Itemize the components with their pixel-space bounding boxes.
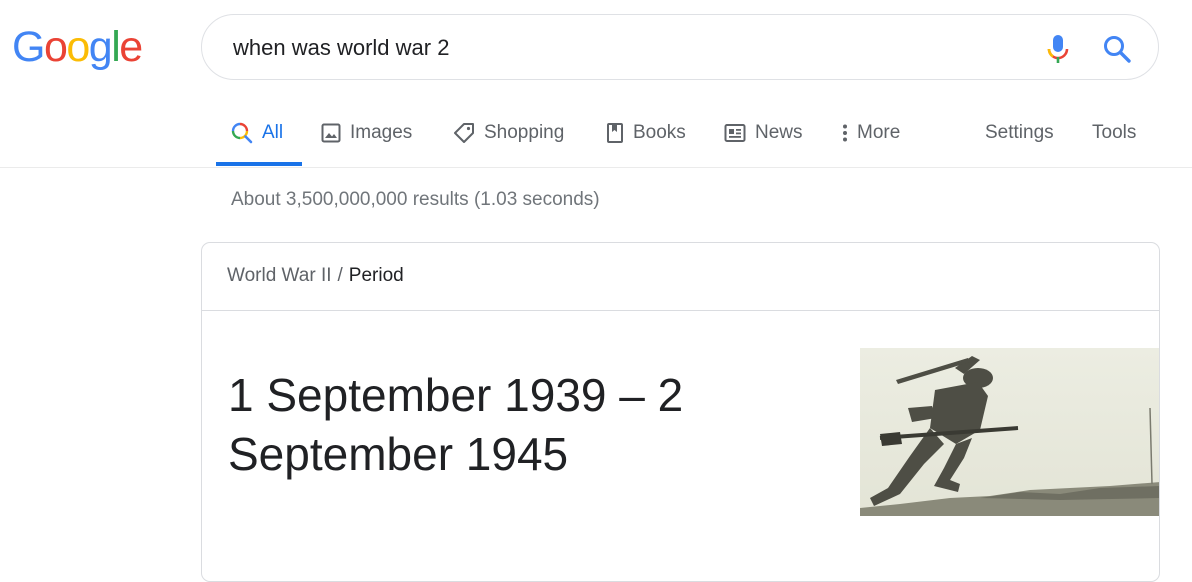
price-tag-icon bbox=[454, 123, 474, 143]
tab-images-label: Images bbox=[350, 122, 413, 143]
breadcrumb-parent-link[interactable]: World War II bbox=[227, 265, 332, 286]
logo-letter-l: l bbox=[111, 23, 121, 71]
tab-shopping[interactable]: Shopping bbox=[453, 100, 564, 166]
card-header: World War II / Period bbox=[202, 243, 1159, 311]
more-vert-icon bbox=[843, 124, 847, 142]
voice-search-button[interactable] bbox=[1044, 33, 1072, 67]
tools-label: Tools bbox=[1092, 122, 1137, 143]
tab-shopping-label: Shopping bbox=[484, 122, 565, 143]
search-button[interactable] bbox=[1101, 33, 1133, 65]
tab-all[interactable]: All bbox=[231, 100, 283, 166]
answer-line-1: 1 September 1939 – 2 bbox=[228, 369, 684, 421]
logo-letter-g2: g bbox=[88, 23, 113, 71]
tab-more-label: More bbox=[857, 122, 901, 143]
breadcrumb-current: Period bbox=[348, 265, 404, 286]
tab-books[interactable]: Books bbox=[606, 100, 686, 166]
multicolor-search-icon bbox=[231, 122, 253, 144]
settings-link[interactable]: Settings bbox=[985, 100, 1054, 166]
tab-books-label: Books bbox=[633, 122, 686, 143]
logo-letter-o1: o bbox=[43, 23, 68, 71]
soldier-photo[interactable] bbox=[860, 348, 1159, 516]
active-tab-indicator bbox=[216, 162, 302, 166]
book-icon bbox=[607, 123, 623, 143]
tools-link[interactable]: Tools bbox=[1092, 100, 1136, 166]
answer-card: World War II / Period 1 September 1939 – 2… bbox=[201, 242, 1160, 582]
tab-more[interactable]: More bbox=[842, 100, 900, 166]
google-logo[interactable]: Google bbox=[12, 22, 143, 72]
answer-text: 1 September 1939 – 2 September 1945 bbox=[228, 366, 788, 484]
tab-news[interactable]: News bbox=[724, 100, 803, 166]
breadcrumb: World War II / Period bbox=[227, 265, 404, 287]
tab-news-label: News bbox=[755, 122, 803, 143]
search-input[interactable] bbox=[233, 33, 1013, 63]
result-stats: About 3,500,000,000 results (1.03 second… bbox=[231, 189, 600, 210]
logo-letter-g1: G bbox=[12, 23, 45, 71]
soldier-image-icon bbox=[860, 348, 1159, 516]
answer-line-2: September 1945 bbox=[228, 428, 569, 480]
breadcrumb-separator: / bbox=[337, 265, 343, 286]
search-tabs: All Images Shopping Books News More Sett… bbox=[0, 100, 1192, 168]
image-icon bbox=[321, 123, 341, 143]
logo-letter-e: e bbox=[119, 23, 143, 71]
search-box bbox=[201, 14, 1159, 80]
header-divider bbox=[0, 167, 1192, 168]
settings-label: Settings bbox=[985, 122, 1054, 143]
tab-all-label: All bbox=[262, 122, 284, 143]
search-icon bbox=[1104, 36, 1131, 63]
tab-images[interactable]: Images bbox=[321, 100, 412, 166]
newspaper-icon bbox=[724, 124, 746, 142]
logo-letter-o2: o bbox=[66, 23, 90, 71]
microphone-icon bbox=[1047, 35, 1069, 63]
